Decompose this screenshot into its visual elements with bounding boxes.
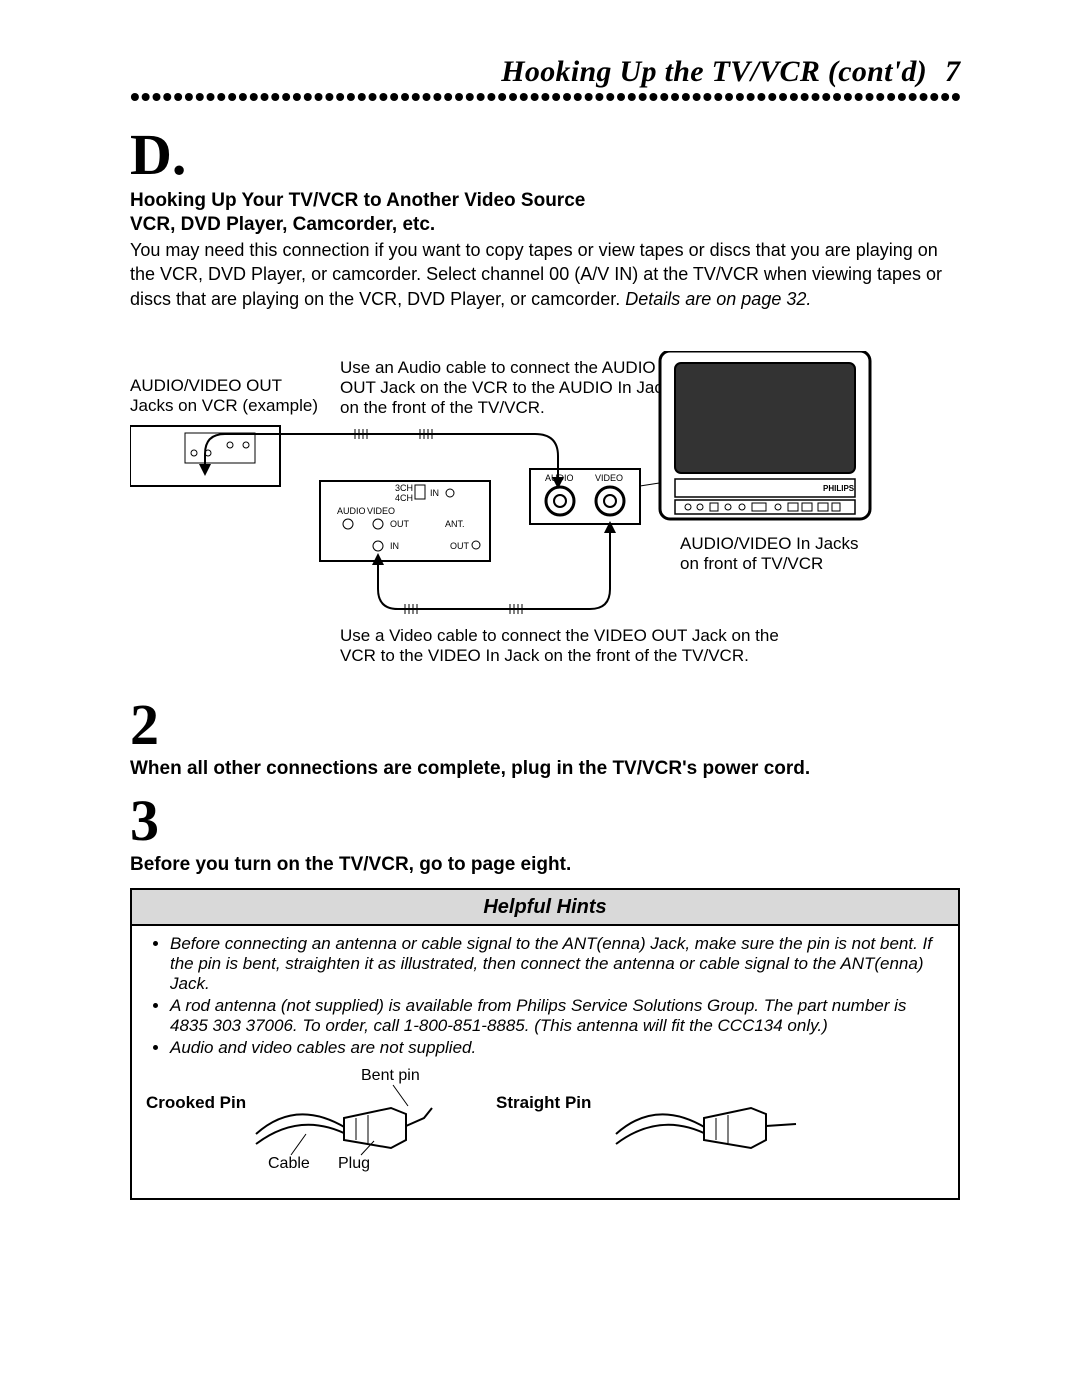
audio-note-2: OUT Jack on the VCR to the AUDIO In Jack <box>340 378 672 397</box>
section-paragraph-details: Details are on page 32. <box>625 289 811 309</box>
svg-text:Plug: Plug <box>338 1155 370 1172</box>
svg-text:VIDEO: VIDEO <box>595 473 623 483</box>
audio-note-1: Use an Audio cable to connect the AUDIO <box>340 358 656 377</box>
step-3-number: 3 <box>130 792 960 850</box>
svg-text:Straight Pin: Straight Pin <box>496 1093 591 1112</box>
step-2-text: When all other connections are complete,… <box>130 758 960 780</box>
page-number: 7 <box>945 55 960 89</box>
section-paragraph: You may need this connection if you want… <box>130 238 960 311</box>
svg-text:OUT: OUT <box>390 519 410 529</box>
section-paragraph-main: You may need this connection if you want… <box>130 240 942 309</box>
hint-item-3: Audio and video cables are not supplied. <box>170 1038 944 1058</box>
svg-text:on front of TV/VCR: on front of TV/VCR <box>680 554 823 573</box>
pin-diagram: Bent pin Crooked Pin Cable <box>146 1068 944 1178</box>
section-heading-line1: Hooking Up Your TV/VCR to Another Video … <box>130 190 960 212</box>
step-3-text: Before you turn on the TV/VCR, go to pag… <box>130 854 960 876</box>
helpful-hints-header: Helpful Hints <box>132 890 958 926</box>
svg-text:OUT: OUT <box>450 541 470 551</box>
dotted-rule: ••••••••••••••••••••••••••••••••••••••••… <box>130 93 960 105</box>
tvvcr-front-icon: PHILIPS <box>660 351 870 519</box>
svg-text:AUDIO: AUDIO <box>337 506 366 516</box>
tvvcr-back-panel-icon: AUDIO VIDEO OUT IN 3CH 4CH IN ANT. OUT <box>320 481 490 561</box>
svg-text:AUDIO/VIDEO In Jacks: AUDIO/VIDEO In Jacks <box>680 534 859 553</box>
step-2-number: 2 <box>130 696 960 754</box>
svg-text:3CH: 3CH <box>395 483 413 493</box>
audio-note-3: on the front of the TV/VCR. <box>340 398 545 417</box>
svg-text:VCR to the VIDEO In Jack on th: VCR to the VIDEO In Jack on the front of… <box>340 646 749 661</box>
svg-text:Bent pin: Bent pin <box>361 1068 420 1084</box>
connection-diagram: AUDIO/VIDEO OUT Jacks on VCR (example) U… <box>130 351 960 666</box>
helpful-hints-box: Helpful Hints Before connecting an anten… <box>130 888 960 1200</box>
front-jacks-closeup-icon: AUDIO VIDEO <box>530 469 640 524</box>
hint-item-1: Before connecting an antenna or cable si… <box>170 934 944 994</box>
av-out-label-1: AUDIO/VIDEO OUT <box>130 376 282 395</box>
step-letter: D. <box>130 121 960 188</box>
page-title: Hooking Up the TV/VCR (cont'd) <box>501 55 927 89</box>
svg-text:IN: IN <box>390 541 399 551</box>
section-heading-line2: VCR, DVD Player, Camcorder, etc. <box>130 214 960 236</box>
svg-text:IN: IN <box>430 488 439 498</box>
svg-text:ANT.: ANT. <box>445 519 465 529</box>
svg-text:VIDEO: VIDEO <box>367 506 395 516</box>
hint-item-2: A rod antenna (not supplied) is availabl… <box>170 996 944 1036</box>
svg-text:Use a Video cable to connect t: Use a Video cable to connect the VIDEO O… <box>340 626 779 645</box>
av-out-label-2: Jacks on VCR (example) <box>130 396 318 415</box>
svg-text:4CH: 4CH <box>395 493 413 503</box>
svg-text:Cable: Cable <box>268 1155 310 1172</box>
helpful-hints-list: Before connecting an antenna or cable si… <box>146 934 944 1058</box>
svg-text:Crooked Pin: Crooked Pin <box>146 1093 246 1112</box>
page-header: Hooking Up the TV/VCR (cont'd) 7 <box>130 55 960 89</box>
svg-text:PHILIPS: PHILIPS <box>823 484 855 493</box>
